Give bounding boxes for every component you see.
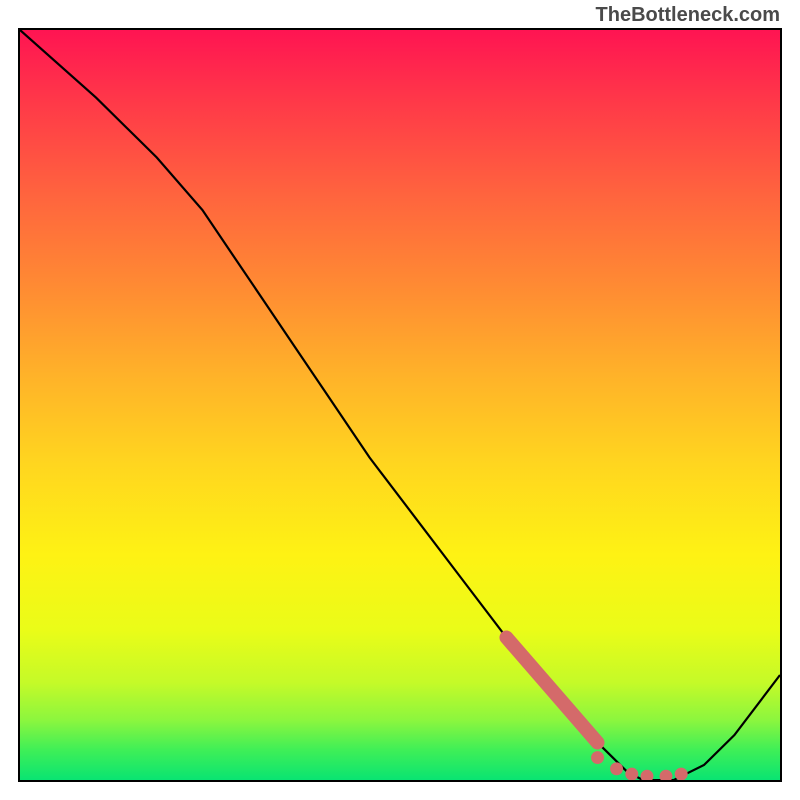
highlight-dots <box>591 751 688 780</box>
highlight-dot <box>610 762 623 775</box>
highlight-thick-segment <box>506 637 597 742</box>
chart-area <box>18 28 782 782</box>
watermark-text: TheBottleneck.com <box>596 4 780 27</box>
highlight-dot <box>641 770 654 780</box>
highlight-dot <box>660 770 673 780</box>
highlight-dot <box>675 768 688 780</box>
highlight-layer <box>20 30 780 780</box>
highlight-dot <box>591 751 604 764</box>
highlight-dot <box>625 768 638 780</box>
